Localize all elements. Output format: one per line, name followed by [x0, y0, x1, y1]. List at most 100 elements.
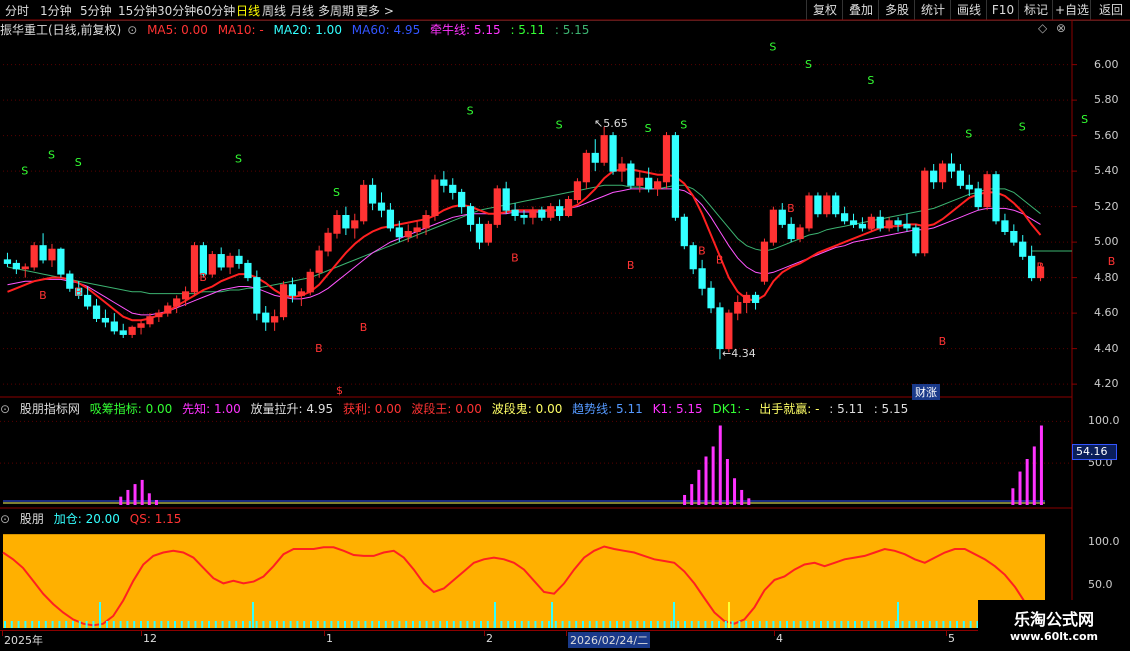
candle-body — [547, 206, 555, 218]
candle-body — [226, 255, 234, 268]
price-tick-label: 4.80 — [1094, 270, 1119, 284]
b-signal: B — [627, 259, 635, 272]
time-label: 4 — [776, 632, 783, 645]
candle-body — [1019, 241, 1027, 257]
candle-body — [128, 326, 136, 335]
b-signal: B — [716, 253, 724, 266]
candle-body — [484, 223, 492, 243]
candle-body — [101, 317, 110, 323]
price-tick-label: 5.80 — [1094, 93, 1119, 107]
time-tick — [2, 631, 3, 636]
price-tick-label: 4.60 — [1094, 306, 1119, 320]
dollar-marker: $ — [336, 384, 343, 397]
s-signal: S — [235, 152, 242, 165]
candle-body — [475, 223, 484, 243]
candle-body — [12, 262, 20, 270]
candle-body — [404, 230, 412, 238]
watermark: 乐淘公式网 www.60lt.com — [978, 600, 1130, 650]
candle-body — [155, 312, 163, 318]
ind2-tick-label: 50.0 — [1088, 578, 1113, 592]
time-tick — [324, 631, 325, 636]
candle-body — [48, 248, 56, 261]
ind1-current-value: 54.16 — [1072, 444, 1117, 460]
candle-body — [1028, 255, 1036, 279]
candle-body — [965, 184, 973, 190]
candle-body — [832, 195, 840, 215]
s-signal: S — [769, 40, 776, 53]
candle-body — [173, 298, 181, 307]
candle-body — [466, 206, 475, 225]
candle-body — [716, 307, 724, 350]
time-tick — [946, 631, 947, 636]
high-annotation: ↖5.65 — [594, 117, 628, 130]
ma-magenta-line — [7, 188, 1041, 316]
s-signal: S — [645, 122, 652, 135]
candle-body — [360, 184, 368, 222]
candle-body — [894, 220, 902, 225]
low-value: 4.34 — [731, 347, 756, 360]
candle-body — [627, 163, 635, 186]
b-signal: B — [1037, 261, 1045, 274]
ind2-tick-label: 100.0 — [1088, 535, 1120, 549]
candle-body — [662, 135, 671, 183]
time-axis: 2025年 12 1 2 2026/02/24/二 4 5 — [0, 630, 1072, 651]
candle-body — [244, 262, 252, 279]
candle-body — [769, 209, 777, 243]
jiacang-area — [3, 534, 1045, 628]
candle-body — [30, 245, 38, 268]
candle-body — [876, 216, 884, 229]
candle-body — [538, 209, 546, 218]
candle-body — [778, 209, 786, 225]
price-tick-label: 5.60 — [1094, 128, 1119, 142]
b-signal: B — [511, 252, 519, 265]
candle-body — [582, 152, 590, 183]
candle-body — [653, 181, 662, 190]
ma-red-line — [7, 168, 1042, 322]
candle-body — [760, 241, 769, 282]
candle-body — [930, 170, 938, 183]
candle-body — [92, 305, 101, 319]
candle-body — [725, 312, 733, 350]
candle-body — [297, 291, 305, 296]
candle-body — [947, 163, 956, 172]
candle-body — [262, 312, 270, 323]
candle-body — [823, 195, 831, 215]
candle-body — [66, 273, 74, 289]
time-tick — [566, 631, 567, 636]
time-tick — [484, 631, 485, 636]
candle-body — [137, 323, 145, 328]
candle-body — [333, 215, 341, 234]
candle-body — [3, 259, 12, 264]
candle-body — [119, 330, 127, 335]
s-signal: S — [467, 104, 474, 117]
candle-body — [992, 174, 1000, 222]
low-annotation: ←4.34 — [722, 347, 756, 360]
candle-body — [190, 245, 199, 293]
candle-body — [787, 223, 795, 240]
s-signal: S — [1081, 113, 1088, 126]
candle-body — [271, 316, 279, 323]
candle-body — [386, 209, 395, 229]
candle-body — [858, 223, 867, 229]
candle-body — [885, 220, 893, 229]
candle-body — [279, 284, 288, 318]
candle-body — [609, 135, 617, 172]
b-signal: B — [1108, 255, 1116, 268]
candle-body — [974, 188, 982, 208]
price-tick-label: 5.20 — [1094, 199, 1119, 213]
b-signal: B — [360, 321, 368, 334]
price-tick-label: 5.00 — [1094, 235, 1119, 249]
chart-canvas[interactable]: SSSSSSSSSSSSSSSSBBBBBBBBBBBBBBB — [0, 0, 1130, 650]
candle-body — [805, 195, 813, 229]
s-signal: S — [48, 149, 55, 162]
s-signal: S — [21, 165, 28, 178]
candle-body — [208, 254, 216, 275]
caizhang-badge[interactable]: 财涨 — [912, 384, 940, 400]
price-tick-label: 5.40 — [1094, 164, 1119, 178]
candle-body — [840, 213, 849, 222]
price-tick-label: 6.00 — [1094, 57, 1119, 71]
candle-body — [217, 254, 225, 268]
candle-body — [680, 216, 688, 247]
candle-body — [413, 227, 421, 232]
candle-body — [645, 177, 653, 190]
